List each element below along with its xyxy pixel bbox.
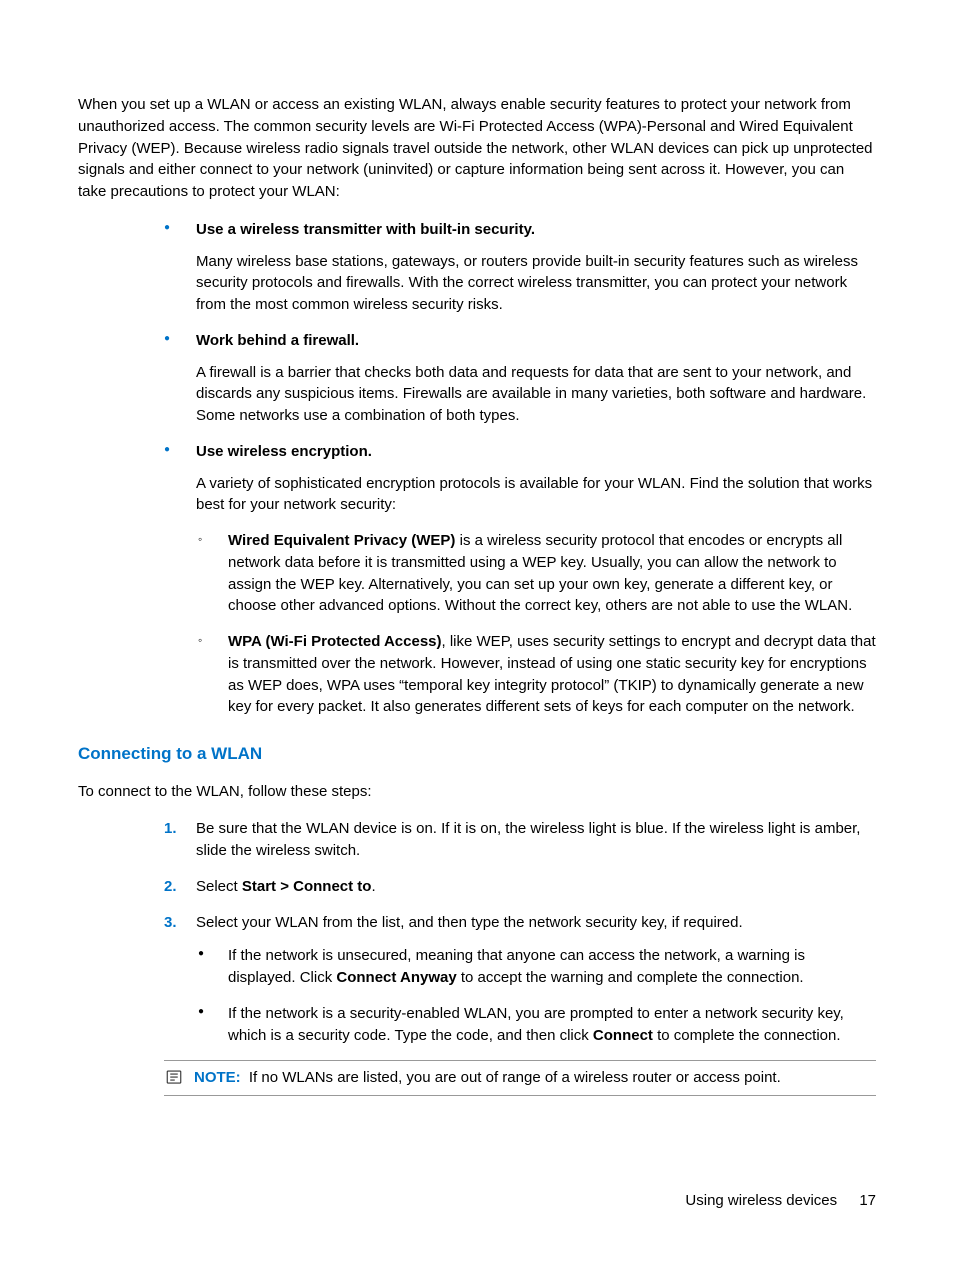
steps-intro: To connect to the WLAN, follow these ste… — [78, 781, 876, 803]
list-item: Work behind a firewall. A firewall is a … — [164, 330, 876, 427]
step-post: . — [371, 878, 375, 895]
list-item: Use a wireless transmitter with built-in… — [164, 219, 876, 316]
step-item: Select Start > Connect to. — [164, 876, 876, 898]
intro-paragraph: When you set up a WLAN or access an exis… — [78, 94, 876, 203]
note-label: NOTE: — [194, 1069, 241, 1086]
step-item: Select your WLAN from the list, and then… — [164, 912, 876, 1047]
list-item-body: A firewall is a barrier that checks both… — [196, 362, 876, 427]
note-text: If no WLANs are listed, you are out of r… — [249, 1069, 781, 1086]
note-icon — [164, 1067, 184, 1087]
list-item-heading: Use a wireless transmitter with built-in… — [196, 219, 876, 241]
list-item-heading: Work behind a firewall. — [196, 330, 876, 352]
list-item: Use wireless encryption. A variety of so… — [164, 441, 876, 718]
sublist-lead: Wired Equivalent Privacy (WEP) — [228, 532, 455, 549]
footer-section: Using wireless devices — [685, 1192, 837, 1209]
note-content: NOTE: If no WLANs are listed, you are ou… — [194, 1067, 781, 1089]
precautions-list: Use a wireless transmitter with built-in… — [164, 219, 876, 718]
sub-bold: Connect Anyway — [336, 969, 456, 986]
sub-bold: Connect — [593, 1027, 653, 1044]
step-pre: Select — [196, 878, 242, 895]
step-sub-item: If the network is a security-enabled WLA… — [196, 1003, 876, 1047]
list-item-body: A variety of sophisticated encryption pr… — [196, 473, 876, 517]
step-text: Select your WLAN from the list, and then… — [196, 914, 743, 931]
encryption-sublist: Wired Equivalent Privacy (WEP) is a wire… — [196, 530, 876, 718]
sub-post: to complete the connection. — [653, 1027, 841, 1044]
sublist-lead: WPA (Wi-Fi Protected Access) — [228, 633, 442, 650]
document-page: When you set up a WLAN or access an exis… — [0, 0, 954, 1156]
note-callout: NOTE: If no WLANs are listed, you are ou… — [164, 1060, 876, 1096]
list-item-heading: Use wireless encryption. — [196, 441, 876, 463]
step-text: Be sure that the WLAN device is on. If i… — [196, 820, 860, 859]
footer-page-number: 17 — [859, 1192, 876, 1209]
step-item: Be sure that the WLAN device is on. If i… — [164, 818, 876, 862]
step-sub-item: If the network is unsecured, meaning tha… — [196, 945, 876, 989]
sublist-item: WPA (Wi-Fi Protected Access), like WEP, … — [196, 631, 876, 718]
sub-post: to accept the warning and complete the c… — [457, 969, 804, 986]
step-bold: Start > Connect to — [242, 878, 372, 895]
sublist-item: Wired Equivalent Privacy (WEP) is a wire… — [196, 530, 876, 617]
steps-list: Be sure that the WLAN device is on. If i… — [164, 818, 876, 1046]
list-item-body: Many wireless base stations, gateways, o… — [196, 251, 876, 316]
section-heading-connecting: Connecting to a WLAN — [78, 742, 876, 767]
page-footer: Using wireless devices 17 — [685, 1190, 876, 1212]
step-sub-list: If the network is unsecured, meaning tha… — [196, 945, 876, 1046]
